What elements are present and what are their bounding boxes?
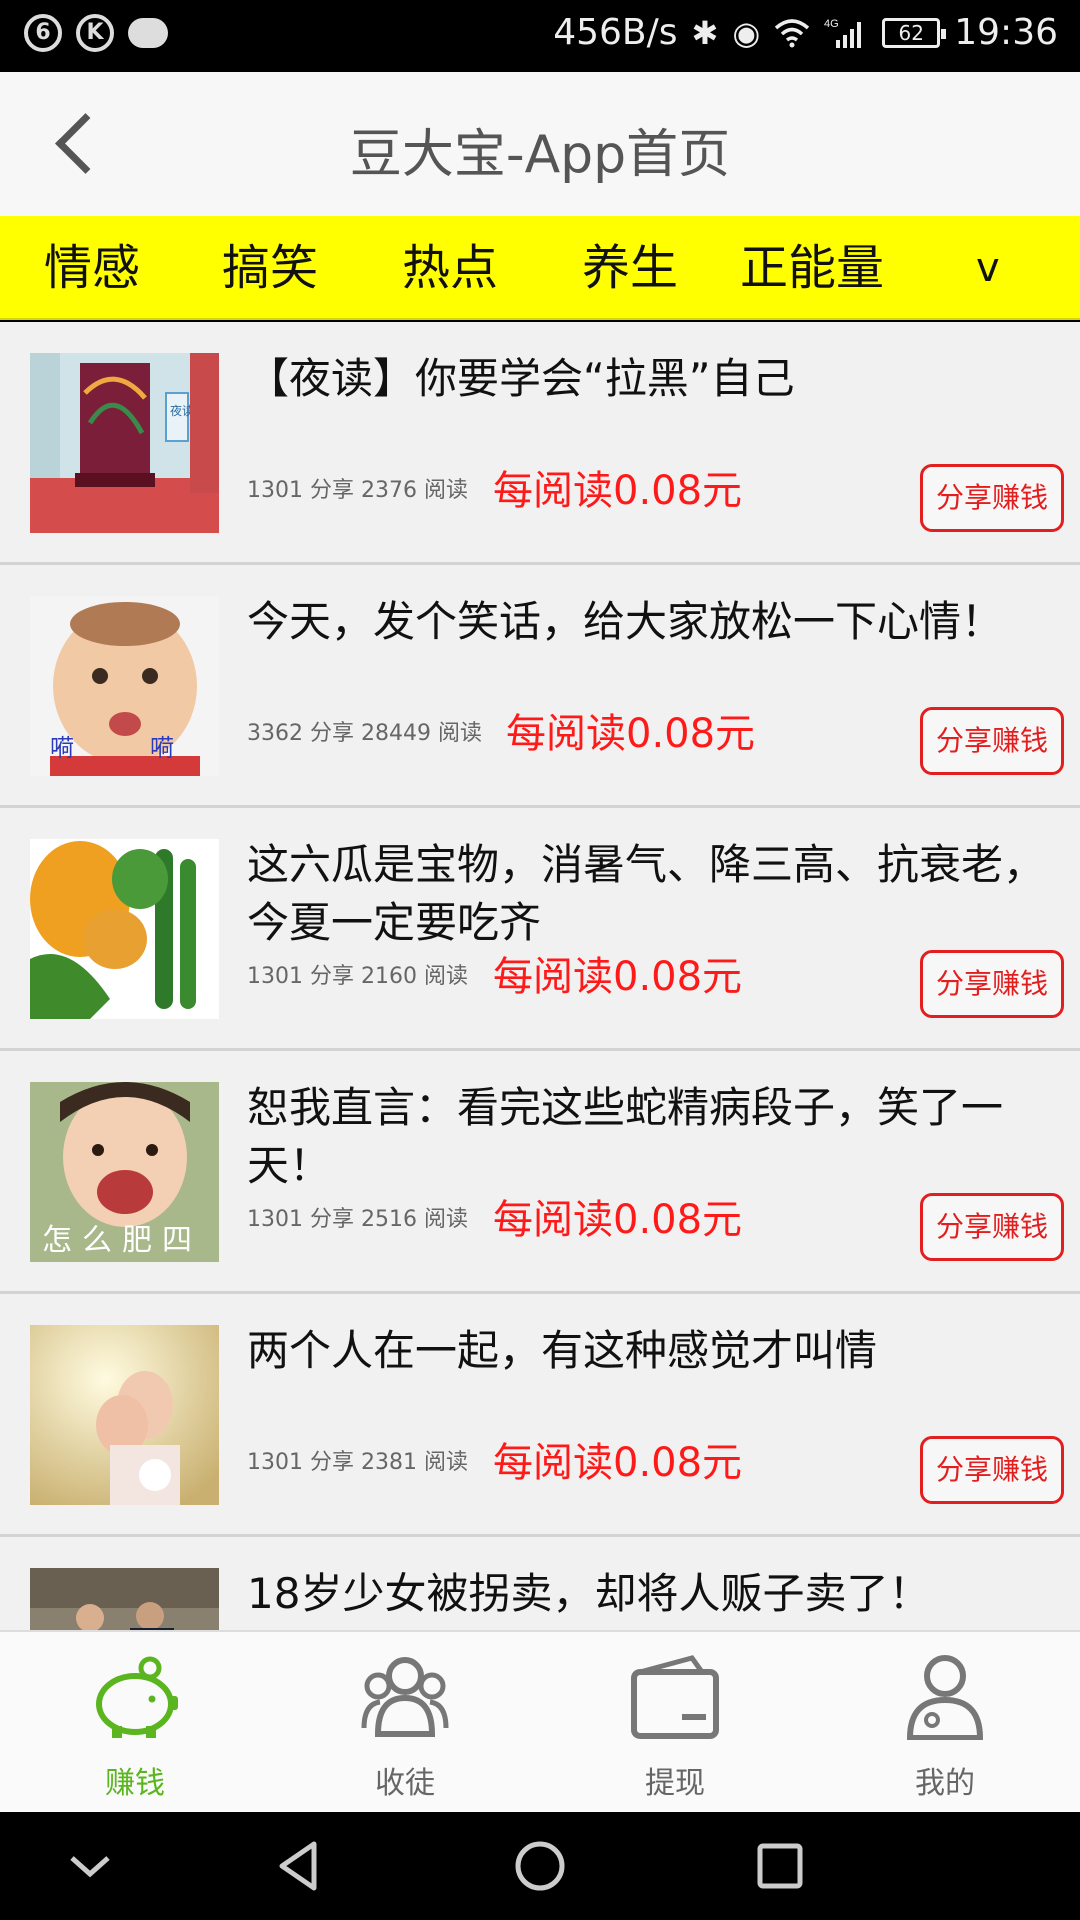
list-item[interactable]: 嗬嗬 今天，发个笑话，给大家放松一下心情！ 3362 分享 28449 阅读 每…: [0, 565, 1080, 808]
article-list[interactable]: 夜读 【夜读】你要学会“拉黑”自己 1301 分享 2376 阅读 每阅读0.0…: [0, 322, 1080, 1630]
article-title[interactable]: 【夜读】你要学会“拉黑”自己: [247, 350, 1047, 408]
net-speed: 456B/s: [553, 12, 678, 53]
article-title[interactable]: 18岁少女被拐卖，却将人贩子卖了！: [247, 1565, 1047, 1623]
network-type-label: 4G: [824, 18, 839, 30]
share-earn-button[interactable]: 分享赚钱: [920, 1193, 1064, 1261]
wifi-icon: [775, 18, 810, 47]
piggy-bank-icon: [96, 1656, 178, 1738]
reward-text: 每阅读0.08元: [493, 468, 743, 514]
article-stats: 1301 分享 2381 阅读: [247, 1450, 468, 1475]
nav-mine[interactable]: 我的: [810, 1632, 1080, 1814]
article-stats: 1301 分享 2376 阅读: [247, 478, 468, 503]
list-item[interactable]: 怎么肥四 恕我直言：看完这些蛇精病段子，笑了一天！ 1301 分享 2516 阅…: [0, 1051, 1080, 1294]
nav-earn[interactable]: 赚钱: [0, 1632, 270, 1814]
share-earn-button[interactable]: 分享赚钱: [920, 950, 1064, 1018]
article-title[interactable]: 恕我直言：看完这些蛇精病段子，笑了一天！: [247, 1079, 1047, 1195]
list-item[interactable]: 两个人在一起，有这种感觉才叫情 1301 分享 2381 阅读 每阅读0.08元…: [0, 1294, 1080, 1537]
nav-label: 收徒: [375, 1766, 435, 1801]
bottom-nav: 赚钱 收徒 提现 我的: [0, 1630, 1080, 1812]
article-stats: 1301 分享 2516 阅读: [247, 1207, 468, 1232]
tab-health[interactable]: 养生: [582, 216, 678, 320]
article-title[interactable]: 今天，发个笑话，给大家放松一下心情！: [247, 593, 1047, 651]
nav-label: 我的: [915, 1766, 975, 1801]
thumbnail-caption: 怎么肥四: [42, 1223, 202, 1258]
article-thumbnail[interactable]: 嗬嗬: [30, 596, 219, 776]
eye-icon: ◉: [732, 13, 761, 52]
article-thumbnail[interactable]: [30, 1325, 219, 1505]
nav-label: 赚钱: [105, 1766, 165, 1801]
reward-text: 每阅读0.08元: [493, 1197, 743, 1243]
page-title: 豆大宝-App首页: [349, 125, 731, 185]
battery-indicator: 62: [882, 17, 947, 48]
reward-text: 每阅读0.08元: [493, 954, 743, 1000]
clock: 19:36: [954, 12, 1058, 53]
signal-icon: 4G: [824, 18, 862, 48]
thumbnail-caption: 嗬嗬: [50, 734, 219, 762]
list-item[interactable]: 夜读 【夜读】你要学会“拉黑”自己 1301 分享 2376 阅读 每阅读0.0…: [0, 322, 1080, 565]
tab-hot[interactable]: 热点: [402, 216, 498, 320]
system-indicators: 456B/s ✱ ◉ 4G 62 19:36: [553, 12, 1058, 53]
tab-emotion[interactable]: 情感: [44, 216, 140, 320]
tab-positive-energy[interactable]: 正能量: [740, 216, 884, 320]
system-nav-bar: [0, 1812, 1080, 1920]
share-earn-button[interactable]: 分享赚钱: [920, 707, 1064, 775]
tabs-more-toggle[interactable]: v: [976, 216, 1000, 320]
app-header: 豆大宝-App首页: [0, 72, 1080, 216]
user-profile-icon: [906, 1655, 984, 1740]
ring-app-icon: 6: [24, 14, 62, 52]
nav-label: 提现: [645, 1766, 705, 1801]
message-bubble-icon: [128, 18, 168, 48]
wallet-icon: [631, 1655, 719, 1739]
recent-apps-square-icon[interactable]: [752, 1838, 808, 1894]
share-earn-button[interactable]: 分享赚钱: [920, 1436, 1064, 1504]
article-thumbnail[interactable]: [30, 1568, 219, 1630]
article-stats: 3362 分享 28449 阅读: [247, 721, 482, 746]
back-triangle-icon[interactable]: [272, 1838, 328, 1894]
tab-funny[interactable]: 搞笑: [222, 216, 318, 320]
nav-recruit[interactable]: 收徒: [270, 1632, 540, 1814]
article-title[interactable]: 这六瓜是宝物，消暑气、降三高、抗衰老，今夏一定要吃齐: [247, 836, 1047, 952]
reward-text: 每阅读0.08元: [493, 1440, 743, 1486]
list-item[interactable]: 这六瓜是宝物，消暑气、降三高、抗衰老，今夏一定要吃齐 1301 分享 2160 …: [0, 808, 1080, 1051]
article-title[interactable]: 两个人在一起，有这种感觉才叫情: [247, 1322, 1047, 1380]
bluetooth-icon: ✱: [691, 13, 719, 52]
article-thumbnail[interactable]: [30, 839, 219, 1019]
article-thumbnail[interactable]: 怎么肥四: [30, 1082, 219, 1262]
home-circle-icon[interactable]: [512, 1838, 568, 1894]
notification-icons: 6 K: [24, 14, 168, 52]
category-tab-bar: 情感 搞笑 热点 养生 正能量 v: [0, 216, 1080, 320]
group-users-icon: [361, 1657, 449, 1737]
chevron-down-icon[interactable]: [62, 1838, 118, 1894]
article-stats: 1301 分享 2160 阅读: [247, 964, 468, 989]
reward-text: 每阅读0.08元: [506, 711, 756, 757]
status-bar: 6 K 456B/s ✱ ◉ 4G 62 19:36: [0, 0, 1080, 72]
article-thumbnail[interactable]: 夜读: [30, 353, 219, 533]
share-earn-button[interactable]: 分享赚钱: [920, 464, 1064, 532]
k-app-icon: K: [76, 14, 114, 52]
list-item[interactable]: 18岁少女被拐卖，却将人贩子卖了！: [0, 1537, 1080, 1630]
nav-withdraw[interactable]: 提现: [540, 1632, 810, 1814]
